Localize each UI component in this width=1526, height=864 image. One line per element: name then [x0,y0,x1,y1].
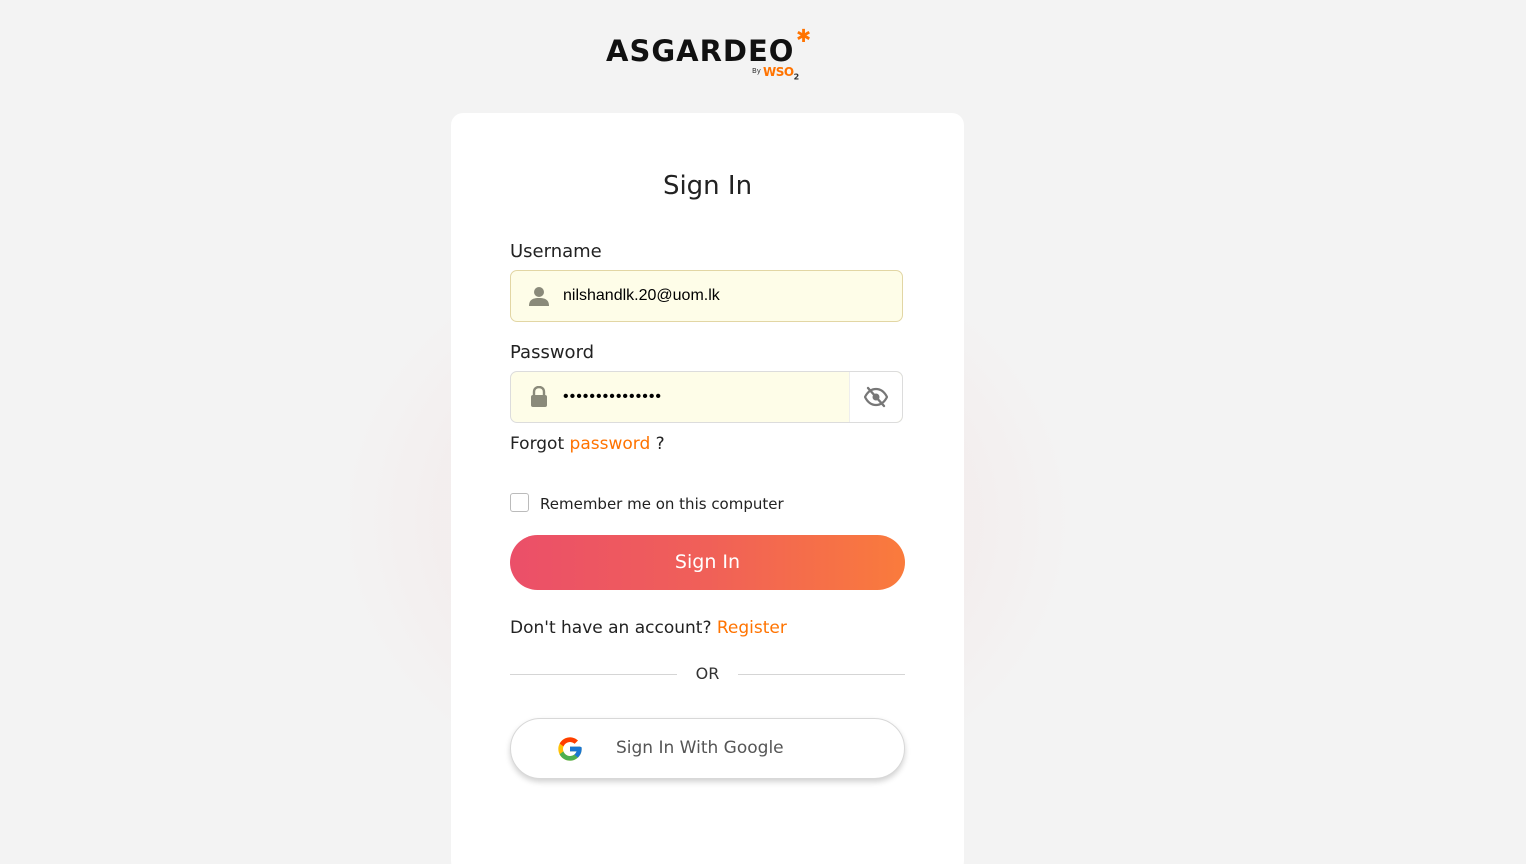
logo-wordmark: ASGARDEO [606,34,795,68]
forgot-prefix: Forgot [510,434,565,454]
remember-me-checkbox[interactable] [510,493,529,512]
wso2-subscript: 2 [793,72,800,82]
wso2-logo: WSO2 [763,65,799,84]
password-visibility-toggle[interactable] [849,372,902,422]
divider-left [510,674,677,675]
username-label: Username [510,241,602,262]
or-divider-text: OR [695,664,720,683]
username-field-wrapper [510,270,903,322]
page-title: Sign In [662,171,753,201]
sign-in-button[interactable]: Sign In [510,535,905,590]
wso2-text: WSO [763,65,794,79]
forgot-password-link[interactable]: password [570,434,651,454]
user-icon [529,287,549,306]
logo-by: By [752,67,761,75]
eye-slash-icon [864,386,888,408]
lock-icon [531,386,547,407]
forgot-password-line: Forgot password ? [510,433,665,455]
google-icon [558,737,582,761]
register-link[interactable]: Register [717,618,787,638]
asgardeo-logo: ASGARDEO ✱ By WSO2 [606,28,816,88]
remember-me-label[interactable]: Remember me on this computer [540,493,784,515]
password-input[interactable] [563,372,848,422]
logo-star-icon: ✱ [796,26,812,47]
sign-in-with-google-button[interactable]: Sign In With Google [510,718,905,779]
divider-right [738,674,905,675]
register-line: Don't have an account? Register [510,617,787,639]
password-label: Password [510,342,595,363]
google-button-label: Sign In With Google [616,738,784,758]
password-field-wrapper [510,371,903,423]
register-prompt: Don't have an account? [510,618,712,638]
forgot-suffix: ? [655,434,665,454]
username-input[interactable] [563,271,893,321]
